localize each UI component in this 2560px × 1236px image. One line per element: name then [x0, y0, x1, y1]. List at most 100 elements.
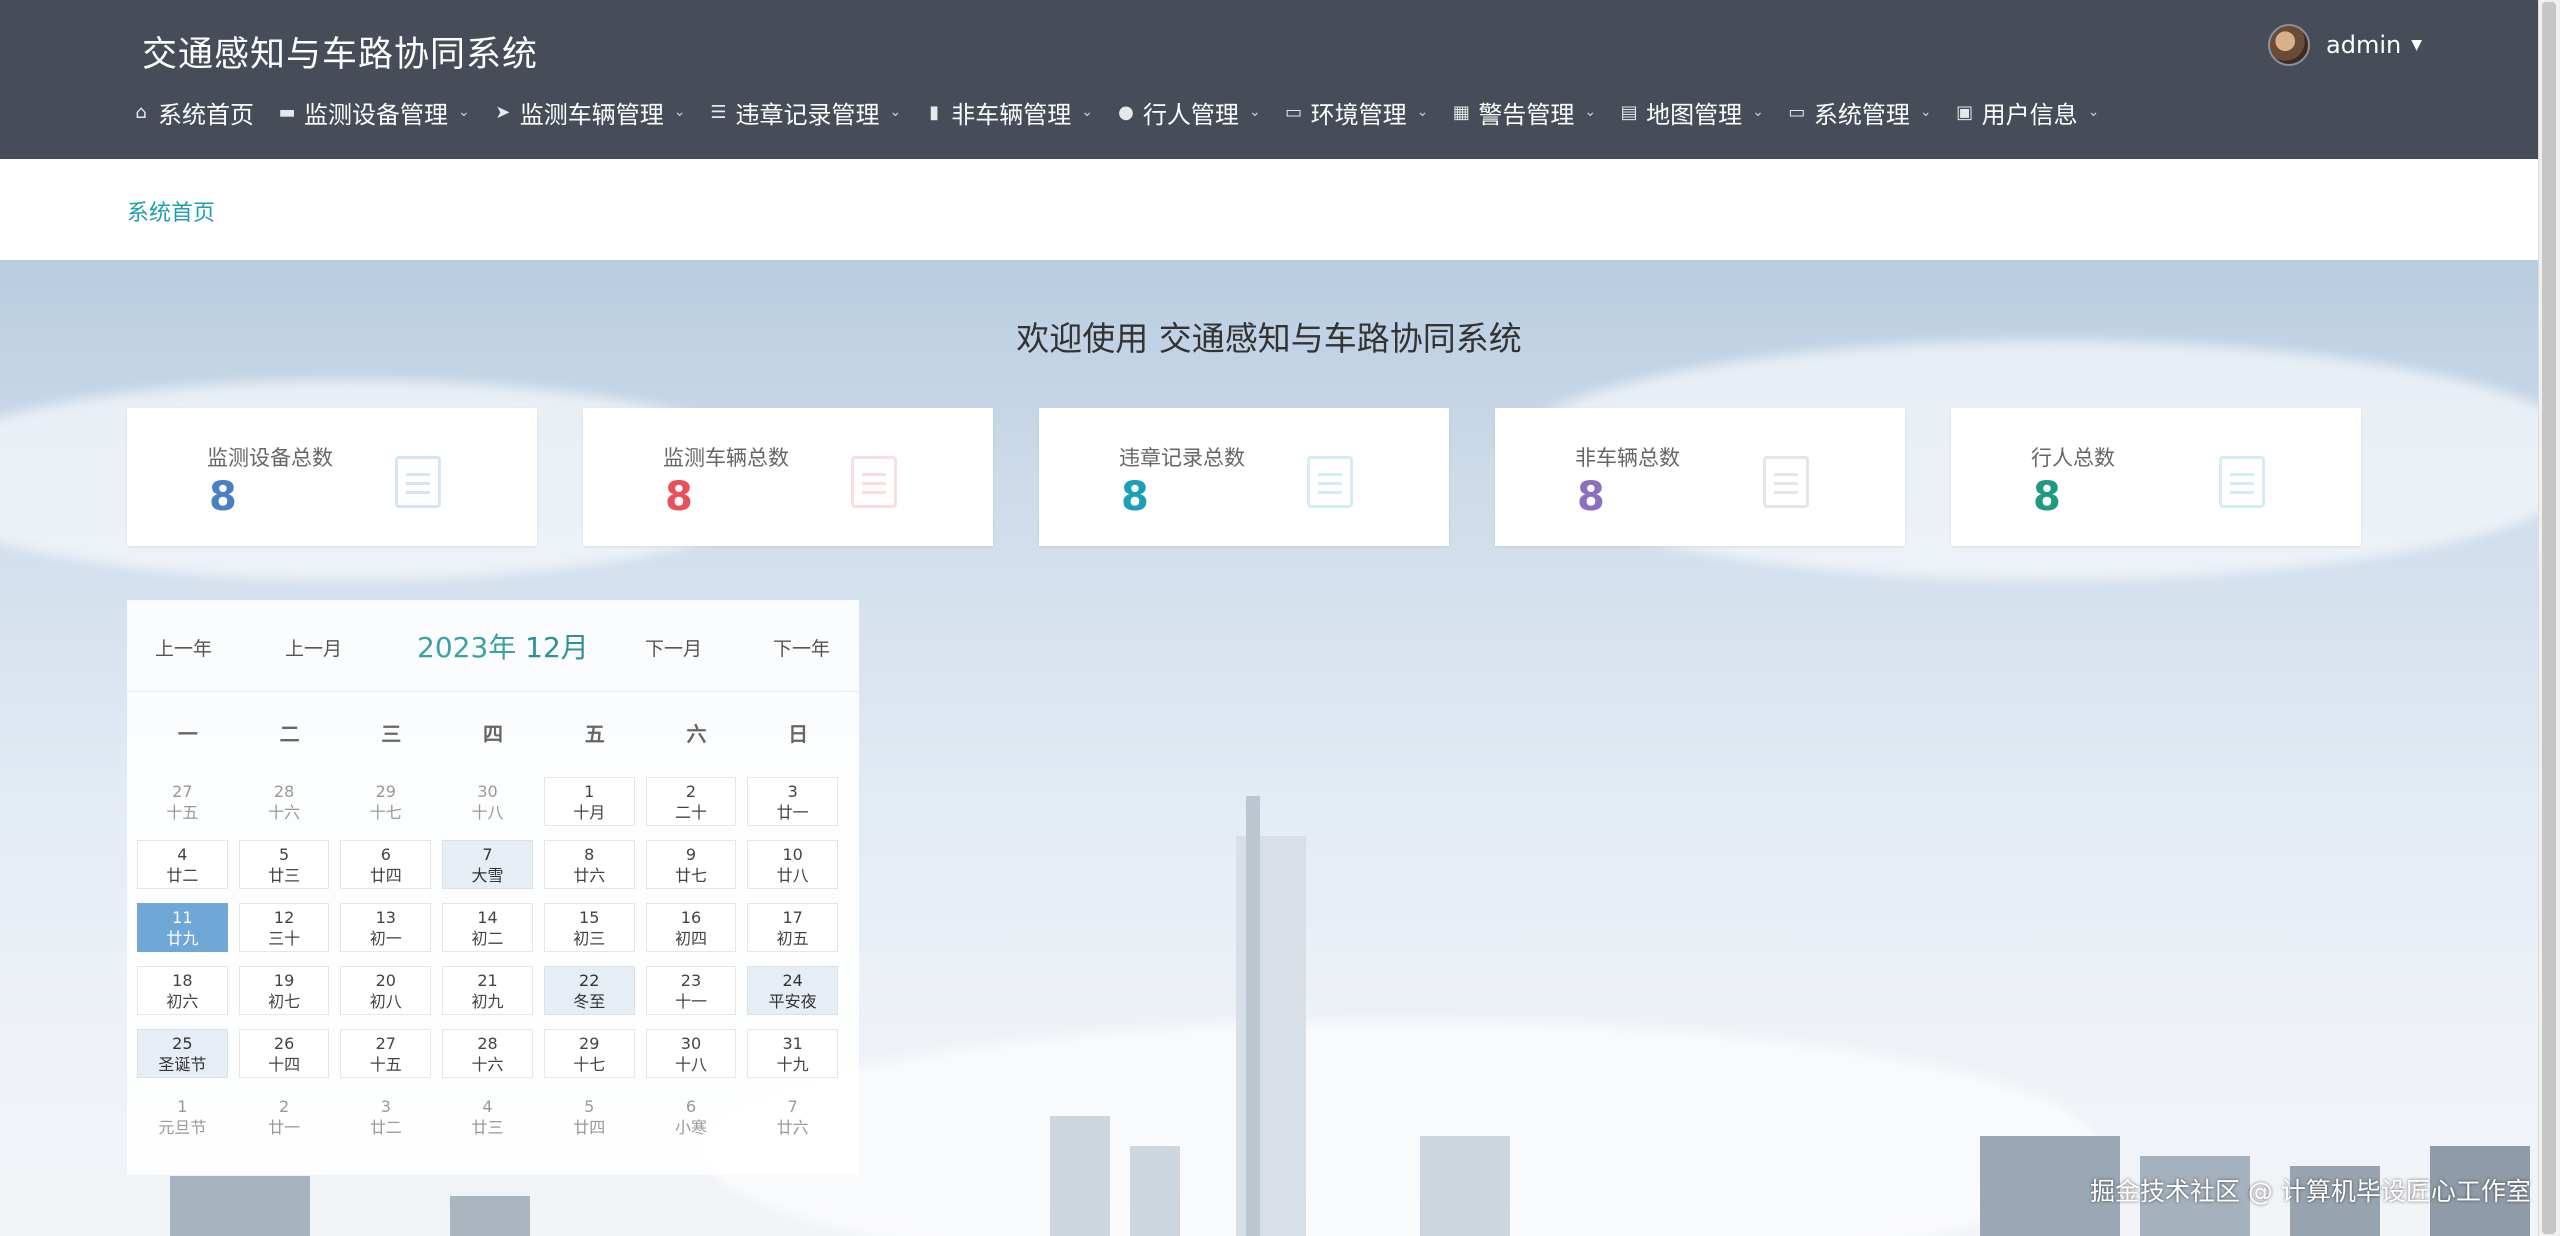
nav-item-3[interactable]: ☰ 违章记录管理 ⌄ — [707, 95, 901, 130]
calendar-day[interactable]: 28 十六 — [442, 1029, 533, 1078]
nav-item-label: 系统管理 — [1813, 100, 1910, 129]
lunar-date: 廿六 — [776, 1118, 809, 1137]
lunar-date: 十七 — [369, 803, 402, 822]
calendar-day[interactable]: 3 廿一 — [747, 777, 839, 826]
lunar-date: 初三 — [573, 929, 606, 948]
stat-value: 8 — [2033, 474, 2061, 520]
nav-item-2[interactable]: ➤ 监测车辆管理 ⌄ — [492, 95, 685, 130]
calendar-day[interactable]: 19 初七 — [238, 966, 330, 1015]
calendar-year: 2023年 — [417, 631, 517, 664]
lunar-date: 十七 — [573, 1055, 606, 1074]
scrollbar-thumb[interactable] — [2542, 2, 2556, 1234]
prev-year-button[interactable]: 上一年 — [155, 634, 212, 661]
day-number: 26 — [273, 1034, 295, 1053]
clipboard-icon — [395, 456, 441, 508]
calendar-day[interactable]: 9 廿七 — [645, 840, 737, 889]
stat-value: 8 — [1577, 474, 1605, 520]
calendar-day[interactable]: 30 十八 — [645, 1029, 737, 1078]
weekday-label: 二 — [279, 722, 300, 746]
clipboard-icon — [1307, 456, 1353, 508]
calendar-day[interactable]: 25 圣诞节 — [137, 1029, 228, 1078]
stat-cards: 监测设备总数 8 监测车辆总数 8 违章记录总数 8 非车辆总数 8 行人总数 8 — [127, 408, 2361, 546]
calendar-week: 18 初六 19 初七 20 初八 21 初九 22 冬至 23 十一 24 平安夜 — [137, 966, 849, 1015]
calendar-day[interactable]: 6 小寒 — [646, 1092, 737, 1141]
prev-month-button[interactable]: 上一月 — [285, 634, 342, 661]
calendar-day[interactable]: 2 廿一 — [239, 1092, 330, 1141]
calendar-week: 27 十五 28 十六 29 十七 30 十八 1 十月 2 二十 3 廿一 — [137, 777, 849, 826]
calendar-day[interactable]: 27 十五 — [340, 1029, 432, 1078]
nav-item-4[interactable]: ▮ 非车辆管理 ⌄ — [923, 95, 1093, 130]
day-number: 7 — [482, 845, 493, 864]
calendar-day[interactable]: 8 廿六 — [543, 840, 635, 889]
calendar-day[interactable]: 24 平安夜 — [747, 966, 839, 1015]
calendar-day[interactable]: 5 廿四 — [544, 1092, 635, 1141]
calendar-day[interactable]: 31 十九 — [747, 1029, 839, 1078]
calendar-day[interactable]: 3 廿二 — [340, 1092, 431, 1141]
day-number: 29 — [579, 1034, 600, 1053]
lunar-date: 廿二 — [369, 1118, 402, 1137]
stat-card[interactable]: 行人总数 8 — [1951, 408, 2361, 546]
calendar-day[interactable]: 22 冬至 — [543, 966, 635, 1015]
calendar-day[interactable]: 18 初六 — [137, 966, 228, 1015]
nav-item-1[interactable]: ▬ 监测设备管理 ⌄ — [276, 95, 469, 130]
day-number: 4 — [177, 845, 188, 864]
calendar-day[interactable]: 17 初五 — [747, 903, 839, 952]
day-number: 22 — [579, 971, 600, 990]
calendar-day[interactable]: 2 二十 — [645, 777, 737, 826]
lunar-date: 十四 — [268, 1055, 301, 1074]
lunar-date: 十九 — [776, 1055, 809, 1074]
nav-item-8[interactable]: ▤ 地图管理 ⌄ — [1618, 95, 1764, 130]
calendar-day[interactable]: 12 三十 — [238, 903, 330, 952]
user-menu[interactable]: admin ▼ — [2268, 24, 2422, 66]
next-year-button[interactable]: 下一年 — [773, 634, 830, 661]
stat-card[interactable]: 非车辆总数 8 — [1495, 408, 1905, 546]
caret-down-icon[interactable]: ▼ — [2411, 37, 2422, 53]
calendar-day[interactable]: 11 廿九 — [137, 903, 228, 952]
calendar-day[interactable]: 1 十月 — [543, 777, 635, 826]
day-number: 7 — [787, 1097, 798, 1116]
calendar-day[interactable]: 14 初二 — [442, 903, 533, 952]
clipboard-icon — [2219, 456, 2265, 508]
calendar-day[interactable]: 23 十一 — [645, 966, 737, 1015]
calendar-day[interactable]: 4 廿二 — [137, 840, 228, 889]
nav-item-9[interactable]: ▭ 系统管理 ⌄ — [1786, 95, 1931, 130]
calendar-week: 25 圣诞节 26 十四 27 十五 28 十六 29 十七 30 十八 31 十九 — [137, 1029, 849, 1078]
lunar-date: 十月 — [573, 803, 606, 822]
calendar-day[interactable]: 6 廿四 — [340, 840, 432, 889]
calendar-day[interactable]: 28 十六 — [239, 777, 330, 826]
calendar-day[interactable]: 1 元旦节 — [137, 1092, 228, 1141]
nav-item-7[interactable]: ▦ 警告管理 ⌄ — [1450, 95, 1596, 130]
stat-card[interactable]: 违章记录总数 8 — [1039, 408, 1449, 546]
calendar-day[interactable]: 30 十八 — [442, 777, 533, 826]
calendar-day[interactable]: 16 初四 — [645, 903, 737, 952]
calendar-day[interactable]: 27 十五 — [137, 777, 228, 826]
calendar-day[interactable]: 20 初八 — [340, 966, 432, 1015]
calendar-day[interactable]: 29 十七 — [340, 777, 431, 826]
breadcrumb[interactable]: 系统首页 — [127, 195, 215, 227]
calendar-day[interactable]: 10 廿八 — [747, 840, 839, 889]
avatar[interactable] — [2268, 24, 2310, 66]
stat-value: 8 — [665, 474, 693, 520]
calendar-day[interactable]: 15 初三 — [543, 903, 635, 952]
calendar-day[interactable]: 4 廿三 — [442, 1092, 533, 1141]
calendar-month: 12月 — [525, 631, 589, 664]
file-icon — [1763, 456, 1809, 508]
nav-item-5[interactable]: ● 行人管理 ⌄ — [1115, 95, 1261, 130]
nav-item-0[interactable]: ⌂ 系统首页 — [130, 95, 254, 130]
calendar-day[interactable]: 21 初九 — [442, 966, 533, 1015]
calendar-day[interactable]: 7 廿六 — [747, 1092, 838, 1141]
calendar-day[interactable]: 5 廿三 — [238, 840, 330, 889]
lunar-date: 十一 — [674, 992, 707, 1011]
nav-item-6[interactable]: ▭ 环境管理 ⌄ — [1283, 95, 1428, 130]
weekday-label: 四 — [483, 722, 504, 746]
stat-card[interactable]: 监测车辆总数 8 — [583, 408, 993, 546]
nav-item-label: 用户信息 — [1981, 100, 2078, 129]
calendar-day[interactable]: 7 大雪 — [442, 840, 533, 889]
nav-item-10[interactable]: ▣ 用户信息 ⌄ — [1954, 95, 2099, 130]
calendar-day[interactable]: 13 初一 — [340, 903, 432, 952]
calendar-day[interactable]: 29 十七 — [543, 1029, 635, 1078]
stat-card[interactable]: 监测设备总数 8 — [127, 408, 537, 546]
next-month-button[interactable]: 下一月 — [645, 634, 702, 661]
user-name[interactable]: admin — [2326, 31, 2401, 59]
calendar-day[interactable]: 26 十四 — [238, 1029, 330, 1078]
